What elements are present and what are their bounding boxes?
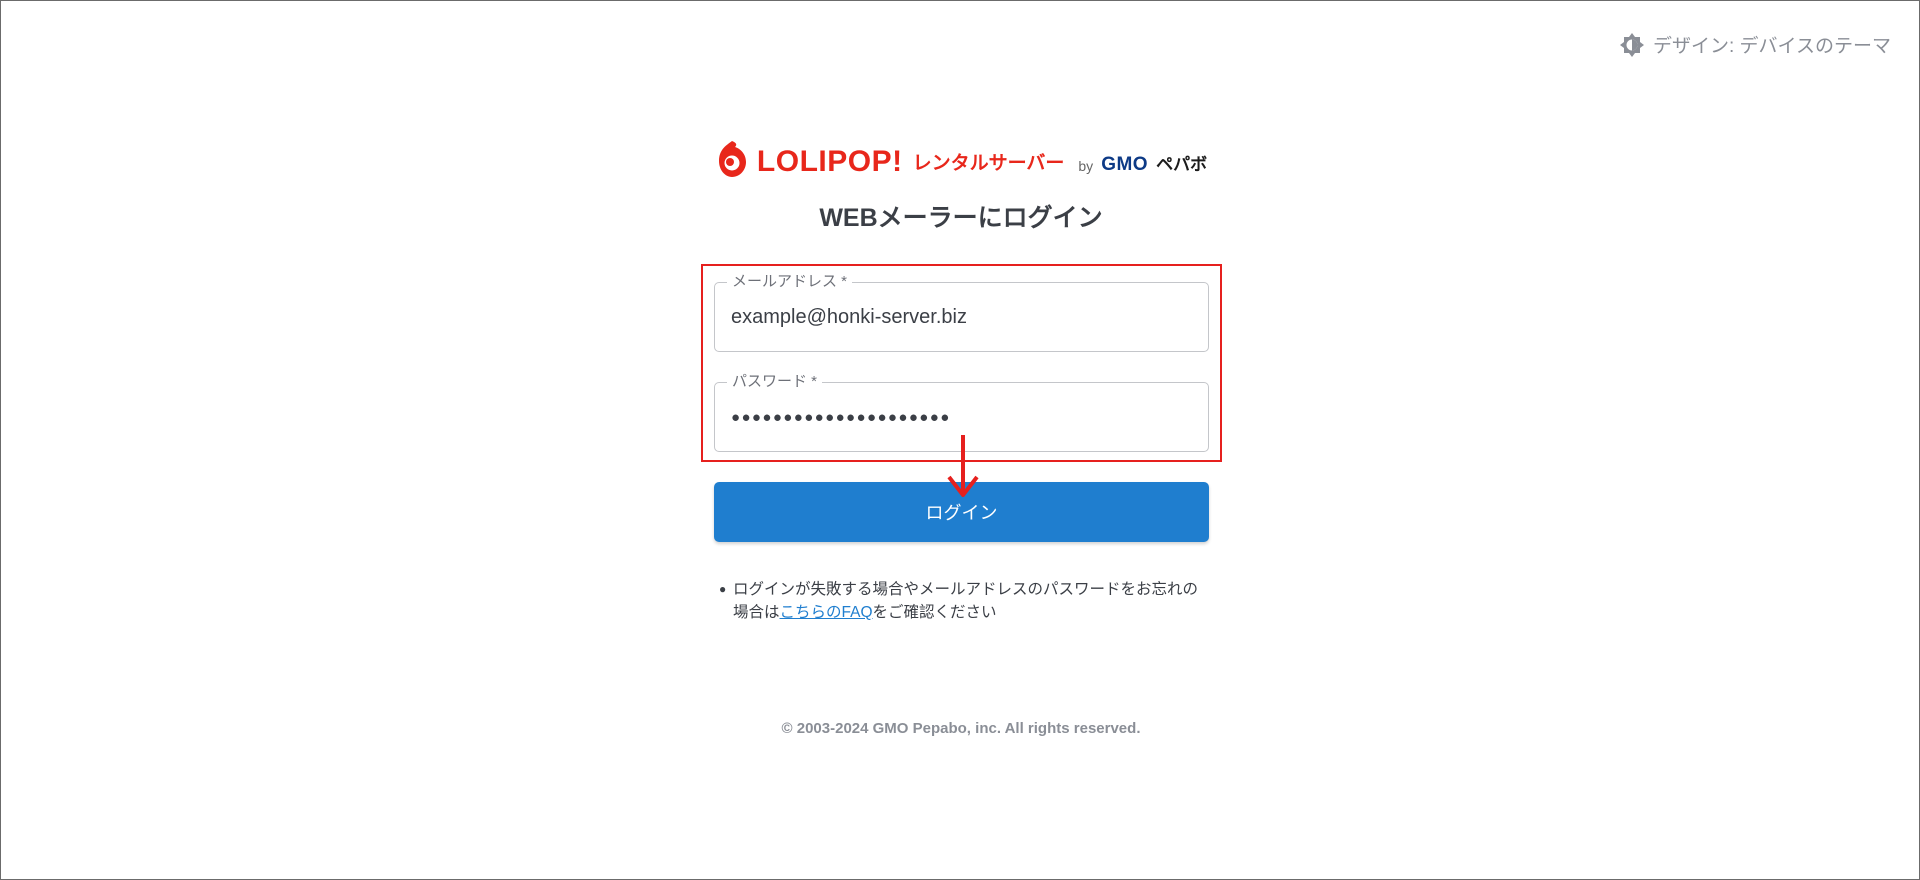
copyright: © 2003-2024 GMO Pepabo, inc. All rights … xyxy=(781,720,1141,737)
lolipop-logo-icon xyxy=(715,139,749,179)
logo-company-sub: ペパボ xyxy=(1156,155,1208,174)
email-field[interactable]: メールアドレス * example@honki-server.biz xyxy=(714,273,1209,352)
logo: LOLIPOP! レンタルサーバー by GMO ペパボ xyxy=(1,139,1920,179)
logo-by: by xyxy=(1078,158,1094,174)
bullet-icon: ● xyxy=(719,582,727,596)
theme-label: デザイン: デバイスのテーマ xyxy=(1653,36,1891,57)
help-note-after: をご確認ください xyxy=(872,604,997,621)
email-input[interactable]: example@honki-server.biz xyxy=(731,283,1192,351)
help-note: ● ログインが失敗する場合やメールアドレスのパスワードをお忘れの場合はこちらのF… xyxy=(719,578,1209,624)
theme-toggle[interactable]: デザイン: デバイスのテーマ xyxy=(1619,31,1891,58)
page-title: WEBメーラーにログイン xyxy=(819,204,1103,232)
help-note-text: ログインが失敗する場合やメールアドレスのパスワードをお忘れの場合はこちらのFAQ… xyxy=(733,578,1209,624)
theme-icon xyxy=(1619,32,1645,58)
faq-link[interactable]: こちらのFAQ xyxy=(780,604,873,621)
logo-brand: LOLIPOP! xyxy=(756,145,903,178)
annotation-arrow-icon xyxy=(947,435,979,497)
page-frame: デザイン: デバイスのテーマ LOLIPOP! レンタルサーバー by GMO … xyxy=(0,0,1920,880)
logo-sub: レンタルサーバー xyxy=(912,153,1065,174)
logo-company: GMO xyxy=(1101,154,1149,175)
